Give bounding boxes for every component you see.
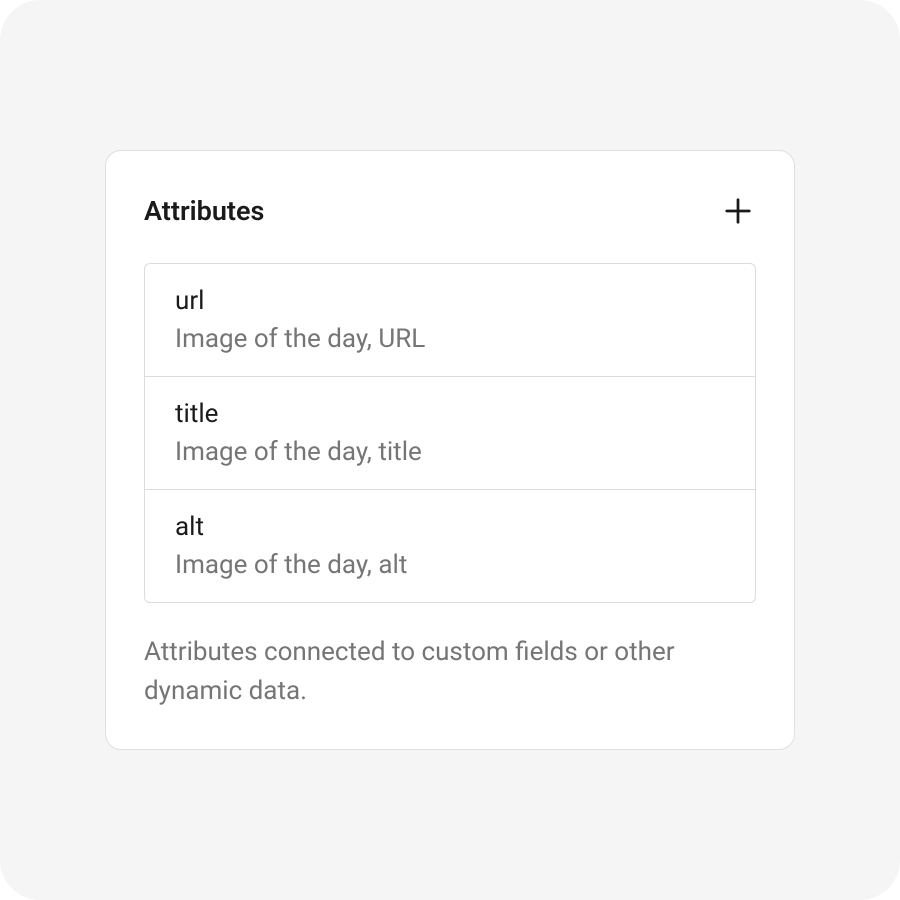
page-background: Attributes url Image of the day, URL tit… xyxy=(0,0,900,900)
attribute-description: Image of the day, alt xyxy=(175,550,725,580)
attribute-item-title[interactable]: title Image of the day, title xyxy=(145,377,755,490)
attributes-panel: Attributes url Image of the day, URL tit… xyxy=(105,150,795,750)
plus-icon xyxy=(723,196,753,226)
attribute-name: alt xyxy=(175,512,725,542)
add-attribute-button[interactable] xyxy=(720,193,756,229)
panel-title: Attributes xyxy=(144,195,264,227)
attribute-description: Image of the day, title xyxy=(175,437,725,467)
attribute-item-url[interactable]: url Image of the day, URL xyxy=(145,264,755,377)
attribute-name: title xyxy=(175,399,725,429)
attribute-list: url Image of the day, URL title Image of… xyxy=(144,263,756,603)
attribute-name: url xyxy=(175,286,725,316)
panel-header: Attributes xyxy=(144,193,756,229)
attribute-item-alt[interactable]: alt Image of the day, alt xyxy=(145,490,755,602)
attribute-description: Image of the day, URL xyxy=(175,324,725,354)
panel-footer-text: Attributes connected to custom fields or… xyxy=(144,633,756,711)
